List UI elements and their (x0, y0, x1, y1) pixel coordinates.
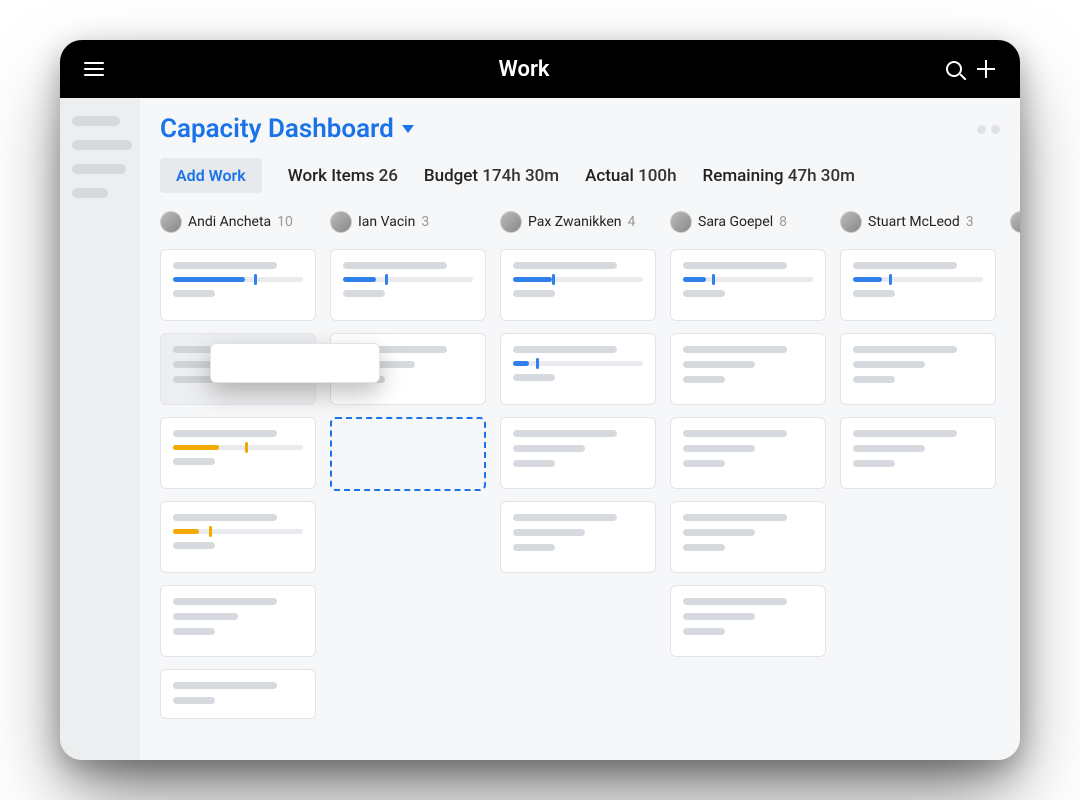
sidebar-item[interactable] (72, 164, 126, 174)
column-name: Andi Ancheta (188, 214, 271, 230)
board-column: Andi Ancheta 10 (160, 211, 316, 760)
stats-bar: Add Work Work Items 26 Budget 174h 30m A… (140, 148, 1020, 205)
stat-budget: Budget 174h 30m (424, 166, 559, 186)
sidebar (60, 98, 140, 760)
sidebar-item[interactable] (72, 188, 108, 198)
column-count: 4 (627, 214, 635, 230)
add-work-button[interactable]: Add Work (160, 158, 262, 193)
work-card[interactable] (160, 669, 316, 719)
work-card[interactable] (500, 417, 656, 489)
work-card[interactable] (670, 417, 826, 489)
more-menu-button[interactable] (977, 125, 1000, 134)
stat-remaining: Remaining 47h 30m (703, 166, 855, 186)
column-name: Stuart McLeod (868, 214, 960, 230)
add-button[interactable] (970, 53, 1002, 85)
board-column-overflow (1010, 211, 1020, 760)
avatar (1010, 211, 1020, 233)
search-button[interactable] (938, 53, 970, 85)
avatar (840, 211, 862, 233)
work-card[interactable] (500, 333, 656, 405)
dot-icon (991, 125, 1000, 134)
column-header[interactable]: Andi Ancheta 10 (160, 211, 316, 237)
column-count: 3 (966, 214, 974, 230)
chevron-down-icon (402, 125, 414, 133)
dragging-card[interactable] (210, 343, 380, 383)
column-count: 8 (779, 214, 787, 230)
dot-icon (977, 125, 986, 134)
stat-work-items: Work Items 26 (288, 166, 398, 186)
work-card[interactable] (840, 417, 996, 489)
hamburger-icon (84, 68, 104, 70)
work-card[interactable] (840, 249, 996, 321)
work-card[interactable] (500, 249, 656, 321)
column-header[interactable] (1010, 211, 1020, 237)
work-card[interactable] (330, 249, 486, 321)
column-header[interactable]: Stuart McLeod 3 (840, 211, 996, 237)
work-card[interactable] (500, 501, 656, 573)
avatar (500, 211, 522, 233)
sidebar-item[interactable] (72, 140, 132, 150)
search-icon (946, 61, 962, 77)
card-drop-zone[interactable] (330, 417, 486, 491)
avatar (670, 211, 692, 233)
top-bar: Work (60, 40, 1020, 98)
work-card[interactable] (670, 249, 826, 321)
menu-button[interactable] (78, 53, 110, 85)
column-count: 10 (277, 214, 293, 230)
work-card[interactable] (160, 501, 316, 573)
work-card[interactable] (160, 249, 316, 321)
dashboard-title: Capacity Dashboard (160, 114, 394, 144)
avatar (330, 211, 352, 233)
stat-actual: Actual 100h (585, 166, 676, 186)
column-name: Pax Zwanikken (528, 214, 621, 230)
column-header[interactable]: Ian Vacin 3 (330, 211, 486, 237)
board-column: Sara Goepel 8 (670, 211, 826, 760)
board-column: Stuart McLeod 3 (840, 211, 996, 760)
work-card[interactable] (840, 333, 996, 405)
work-card[interactable] (670, 501, 826, 573)
board-column: Pax Zwanikken 4 (500, 211, 656, 760)
sidebar-item[interactable] (72, 116, 120, 126)
dashboard-title-button[interactable]: Capacity Dashboard (160, 114, 414, 144)
kanban-board[interactable]: Andi Ancheta 10 (140, 205, 1020, 760)
column-name: Ian Vacin (358, 214, 415, 230)
main-content: Capacity Dashboard Add Work Work Items 2… (140, 98, 1020, 760)
work-card[interactable] (160, 585, 316, 657)
screen-title: Work (110, 57, 938, 82)
column-header[interactable]: Pax Zwanikken 4 (500, 211, 656, 237)
column-header[interactable]: Sara Goepel 8 (670, 211, 826, 237)
page-header: Capacity Dashboard (140, 98, 1020, 148)
plus-icon (977, 60, 995, 78)
work-card[interactable] (160, 417, 316, 489)
work-card[interactable] (670, 333, 826, 405)
app-window: Work Capacity Dashboard (60, 40, 1020, 760)
work-card[interactable] (670, 585, 826, 657)
column-count: 3 (421, 214, 429, 230)
board-column: Ian Vacin 3 (330, 211, 486, 760)
column-name: Sara Goepel (698, 214, 773, 230)
avatar (160, 211, 182, 233)
